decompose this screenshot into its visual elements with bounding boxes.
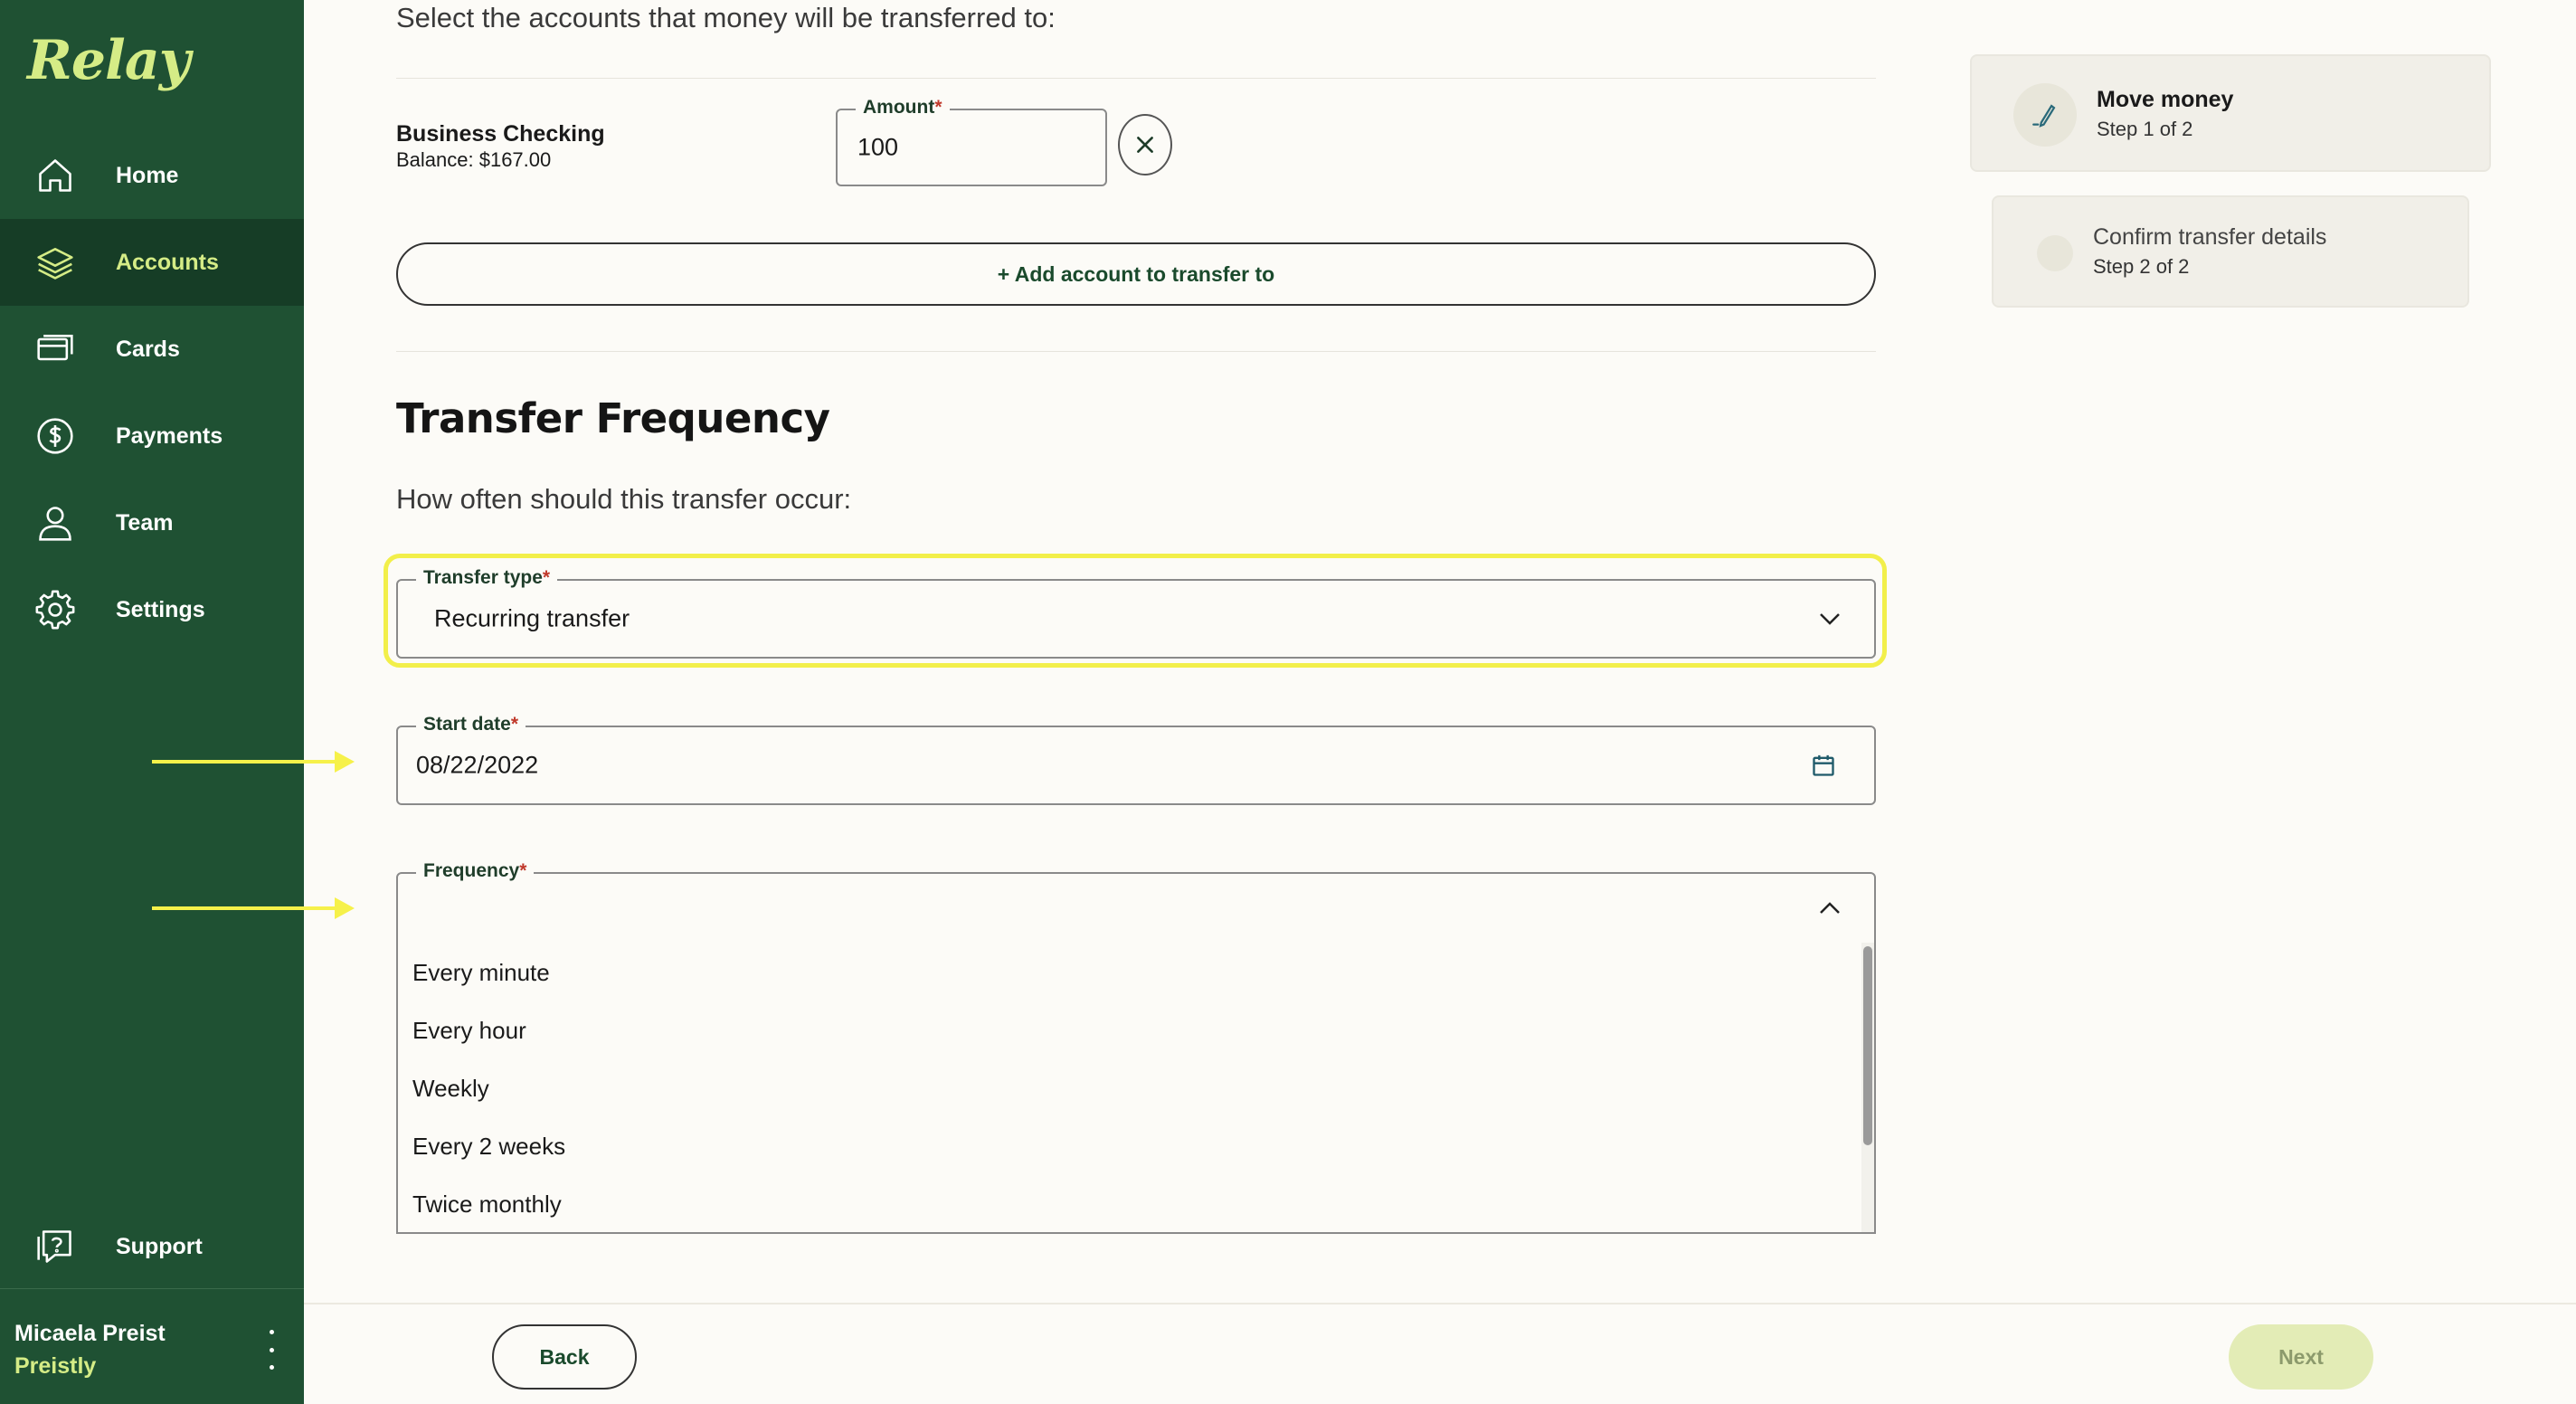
annotation-arrow-start-date — [152, 751, 355, 773]
frequency-option[interactable]: Every hour — [412, 1017, 526, 1045]
gear-icon — [34, 589, 76, 631]
sidebar-item-label: Settings — [116, 596, 205, 622]
dot-icon — [269, 1347, 274, 1352]
layers-icon — [34, 242, 76, 283]
frequency-dropdown[interactable]: Every minute Every hour Weekly Every 2 w… — [396, 943, 1876, 1234]
card-icon — [34, 328, 76, 370]
sidebar-item-support[interactable]: Support — [0, 1203, 304, 1290]
section-subtitle: How often should this transfer occur: — [396, 483, 852, 515]
calendar-icon[interactable] — [1811, 753, 1836, 778]
sidebar: Relay Home Accounts Cards Payments Team — [0, 0, 304, 1404]
scrollbar-thumb[interactable] — [1863, 946, 1872, 1145]
close-icon — [1137, 137, 1153, 153]
dot-icon — [269, 1330, 274, 1334]
divider — [396, 351, 1876, 352]
dot-icon — [269, 1365, 274, 1370]
step-title: Confirm transfer details — [2093, 224, 2327, 250]
transfer-instruction: Select the accounts that money will be t… — [396, 2, 1056, 33]
sidebar-item-payments[interactable]: Payments — [0, 393, 304, 479]
step-subtitle: Step 2 of 2 — [2093, 255, 2190, 278]
sidebar-item-home[interactable]: Home — [0, 132, 304, 219]
account-balance: Balance: $167.00 — [396, 148, 552, 171]
back-button[interactable]: Back — [492, 1324, 637, 1390]
remove-account-button[interactable] — [1118, 114, 1172, 176]
amount-value: 100 — [857, 133, 899, 161]
home-icon — [34, 155, 76, 196]
frequency-select[interactable]: Frequency* — [396, 860, 1876, 944]
sidebar-item-accounts[interactable]: Accounts — [0, 219, 304, 306]
pencil-icon — [2032, 104, 2056, 128]
dollar-icon — [34, 415, 76, 457]
step-circle — [2037, 235, 2073, 271]
sidebar-item-label: Team — [116, 509, 174, 536]
start-date-value: 08/22/2022 — [416, 751, 539, 779]
sidebar-item-label: Accounts — [116, 249, 219, 275]
frequency-option[interactable]: Every 2 weeks — [412, 1133, 565, 1161]
sidebar-item-label: Cards — [116, 336, 180, 362]
start-date-label: Start date* — [416, 714, 526, 735]
sidebar-item-team[interactable]: Team — [0, 479, 304, 566]
relay-logo[interactable]: Relay — [27, 29, 191, 92]
transfer-type-label: Transfer type* — [416, 567, 558, 589]
step-circle — [2013, 83, 2077, 147]
chevron-down-icon — [1820, 613, 1840, 625]
chevron-up-icon — [1820, 902, 1840, 914]
section-title: Transfer Frequency — [396, 394, 830, 442]
amount-field[interactable]: Amount* 100 — [836, 97, 1107, 186]
step-title: Move money — [2097, 87, 2234, 112]
user-divider — [0, 1288, 304, 1289]
sidebar-item-label: Payments — [116, 422, 223, 449]
person-icon — [34, 502, 76, 544]
sidebar-item-cards[interactable]: Cards — [0, 306, 304, 393]
sidebar-item-settings[interactable]: Settings — [0, 566, 304, 653]
frequency-option[interactable]: Weekly — [412, 1075, 489, 1103]
next-button[interactable]: Next — [2229, 1324, 2373, 1390]
frequency-option[interactable]: Twice monthly — [412, 1191, 562, 1219]
user-name: Micaela Preist — [14, 1321, 166, 1346]
step-subtitle: Step 1 of 2 — [2097, 118, 2193, 140]
sidebar-item-label: Home — [116, 162, 179, 188]
support-icon — [34, 1226, 76, 1267]
footer-divider — [304, 1303, 2576, 1304]
add-account-button[interactable]: + Add account to transfer to — [396, 242, 1876, 306]
account-name: Business Checking — [396, 121, 605, 147]
transfer-type-select[interactable]: Transfer type* Recurring transfer — [396, 567, 1876, 659]
divider — [396, 78, 1876, 79]
step-confirm-transfer: Confirm transfer details Step 2 of 2 — [1992, 195, 2469, 308]
annotation-arrow-frequency — [152, 897, 355, 919]
frequency-option[interactable]: Every minute — [412, 959, 550, 987]
start-date-field[interactable]: Start date* 08/22/2022 — [396, 714, 1876, 805]
sidebar-item-label: Support — [116, 1233, 203, 1259]
scrollbar-track[interactable] — [1861, 943, 1874, 1232]
user-org: Preistly — [14, 1353, 97, 1379]
frequency-label: Frequency* — [416, 860, 535, 882]
amount-label: Amount* — [856, 97, 950, 119]
step-move-money: Move money Step 1 of 2 — [1970, 54, 2491, 172]
transfer-type-value: Recurring transfer — [434, 604, 630, 632]
user-menu-button[interactable] — [262, 1330, 280, 1370]
